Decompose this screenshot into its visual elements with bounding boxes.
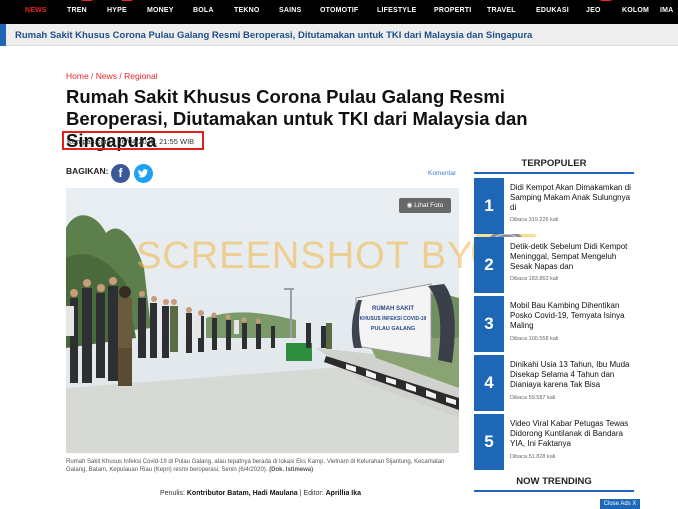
popular-rank: 4 xyxy=(474,355,504,411)
nav-item-ima[interactable]: IMA xyxy=(660,7,673,14)
nav-item-jeo[interactable]: JEO xyxy=(586,7,601,14)
close-ads-button[interactable]: Close Ads X xyxy=(600,499,640,509)
twitter-icon xyxy=(138,169,148,178)
nav-item-properti[interactable]: PROPERTI xyxy=(434,7,471,14)
breadcrumb[interactable]: Home / News / Regional xyxy=(66,71,158,81)
popular-views: Dibaca 51.828 kali xyxy=(510,454,556,460)
nav-item-otomotif[interactable]: OTOMOTIF xyxy=(320,7,358,14)
popular-headline[interactable]: Didi Kempot Akan Dimakamkan di Samping M… xyxy=(510,183,632,213)
popular-headline[interactable]: Video Viral Kabar Petugas Tewas Didorong… xyxy=(510,419,632,449)
breaking-headline[interactable]: Rumah Sakit Khusus Corona Pulau Galang R… xyxy=(15,30,532,41)
nav-item-edukasi[interactable]: EDUKASI xyxy=(536,7,569,14)
new-badge: NEW xyxy=(81,0,93,1)
nav-item-lifestyle[interactable]: LIFESTYLE xyxy=(377,7,417,14)
popular-rank: 2 xyxy=(474,237,504,293)
popular-item[interactable]: 5 Video Viral Kabar Petugas Tewas Didoron… xyxy=(474,414,634,470)
popular-rank: 5 xyxy=(474,414,504,470)
twitter-share-button[interactable] xyxy=(134,164,153,183)
source-date: Kompas.com - 06/04/2020, 21:55 WIB xyxy=(67,137,195,146)
popular-headline[interactable]: Detik-detik Sebelum Didi Kempot Meningga… xyxy=(510,242,632,272)
now-trending-title: NOW TRENDING xyxy=(516,476,592,487)
breaking-accent xyxy=(0,24,6,46)
nav-item-tekno[interactable]: TEKNO xyxy=(234,7,260,14)
nav-item-bola[interactable]: BOLA xyxy=(193,7,214,14)
lihat-foto-label: Lihat Foto xyxy=(414,202,444,209)
popular-item[interactable]: 4 Dinikahi Usia 13 Tahun, Ibu Muda Diseka… xyxy=(474,355,634,411)
nav-item-travel[interactable]: TRAVEL xyxy=(487,7,516,14)
popular-headline[interactable]: Dinikahi Usia 13 Tahun, Ibu Muda Disekap… xyxy=(510,360,632,390)
editor-label: | Editor: xyxy=(299,490,324,497)
facebook-share-button[interactable]: f xyxy=(111,164,130,183)
komentar-link[interactable]: Komentar xyxy=(428,170,456,177)
caption-credit: (Dok. Istimewa) xyxy=(269,467,314,473)
penulis-label: Penulis: xyxy=(160,490,185,497)
popular-headline[interactable]: Mobil Bau Kambing Dihentikan Posko Covid… xyxy=(510,301,632,331)
nav-item-tren[interactable]: TREN xyxy=(67,7,87,14)
source-date-highlight: Kompas.com - 06/04/2020, 21:55 WIB xyxy=(62,131,204,150)
popular-views: Dibaca 59.587 kali xyxy=(510,395,556,401)
svg-text:KHUSUS INFEKSI COVID-19: KHUSUS INFEKSI COVID-19 xyxy=(360,316,427,322)
breaking-news-bar[interactable]: Rumah Sakit Khusus Corona Pulau Galang R… xyxy=(0,24,678,46)
screenshot-watermark: SCREENSHOT BY xyxy=(136,235,474,277)
svg-text:RUMAH SAKIT: RUMAH SAKIT xyxy=(372,306,414,312)
new-badge: NEW xyxy=(600,0,612,1)
caption-text: Rumah Sakit Khusus Infeksi Covid-19 di P… xyxy=(66,459,445,473)
top-navigation: NEWS TREN NEW HYPE NEW MONEY BOLA TEKNO SAINS OTO… xyxy=(0,0,678,24)
popular-views: Dibaca 319.226 kali xyxy=(510,217,559,223)
popular-views: Dibaca 183.863 kali xyxy=(510,276,559,282)
popular-item[interactable]: 3 Mobil Bau Kambing Dihentikan Posko Covi… xyxy=(474,296,634,352)
popular-views: Dibaca 100.558 kali xyxy=(510,336,559,342)
svg-text:PULAU GALANG: PULAU GALANG xyxy=(371,326,415,332)
article-photo[interactable]: RUMAH SAKIT KHUSUS INFEKSI COVID-19 PULA… xyxy=(66,188,459,453)
author-line: Penulis: Kontributor Batam, Hadi Maulana… xyxy=(160,490,361,497)
share-label: BAGIKAN: xyxy=(66,166,109,176)
nav-item-hype[interactable]: HYPE xyxy=(107,7,127,14)
popular-rank: 1 xyxy=(474,178,504,234)
terpopuler-title: TERPOPULER xyxy=(521,158,587,169)
nav-item-kolom[interactable]: KOLOM xyxy=(622,7,649,14)
lihat-foto-button[interactable]: ◉ Lihat Foto xyxy=(399,198,451,213)
photo-scene: RUMAH SAKIT KHUSUS INFEKSI COVID-19 PULA… xyxy=(66,188,459,453)
editor-name[interactable]: Aprillia Ika xyxy=(326,490,361,497)
popular-item[interactable]: 1 Didi Kempot Akan Dimakamkan di Samping … xyxy=(474,178,634,234)
popular-rank: 3 xyxy=(474,296,504,352)
now-trending-rule xyxy=(474,490,634,492)
penulis-name[interactable]: Kontributor Batam, Hadi Maulana xyxy=(187,490,298,497)
terpopuler-rule xyxy=(474,172,634,174)
popular-item[interactable]: 2 Detik-detik Sebelum Didi Kempot Meningg… xyxy=(474,237,634,293)
nav-item-money[interactable]: MONEY xyxy=(147,7,174,14)
photo-caption: Rumah Sakit Khusus Infeksi Covid-19 di P… xyxy=(66,458,461,474)
nav-item-news[interactable]: NEWS xyxy=(25,7,47,14)
new-badge: NEW xyxy=(121,0,133,1)
nav-item-sains[interactable]: SAINS xyxy=(279,7,301,14)
